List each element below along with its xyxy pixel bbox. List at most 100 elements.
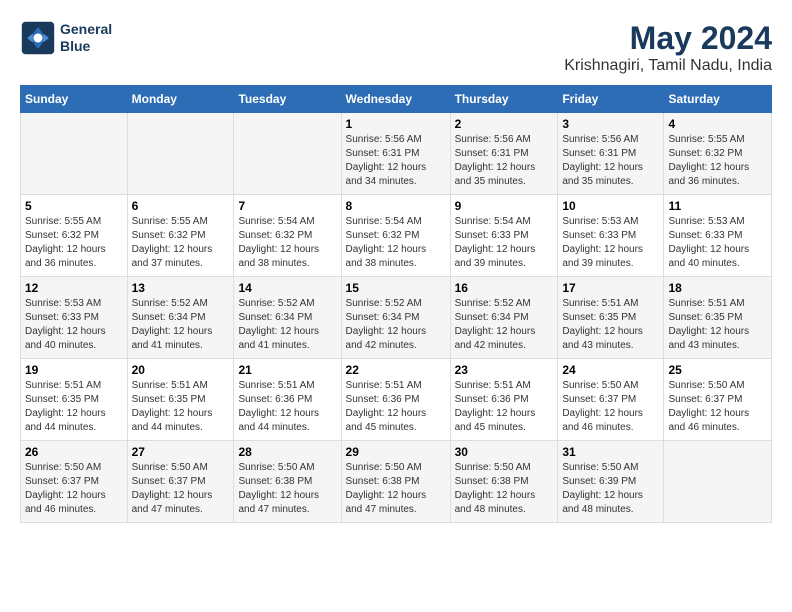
- calendar-cell: 1 Sunrise: 5:56 AM Sunset: 6:31 PM Daylig…: [341, 113, 450, 195]
- logo: General Blue: [20, 20, 112, 56]
- day-info: Sunrise: 5:50 AM Sunset: 6:39 PM Dayligh…: [562, 461, 659, 517]
- weekday-header-saturday: Saturday: [664, 86, 772, 113]
- day-number: 27: [132, 445, 230, 459]
- day-number: 13: [132, 281, 230, 295]
- weekday-header-sunday: Sunday: [21, 86, 128, 113]
- calendar-cell: 4 Sunrise: 5:55 AM Sunset: 6:32 PM Daylig…: [664, 113, 772, 195]
- day-number: 11: [668, 199, 767, 213]
- calendar-cell: [234, 113, 341, 195]
- day-info: Sunrise: 5:54 AM Sunset: 6:32 PM Dayligh…: [238, 215, 336, 271]
- calendar-cell: 31Sunrise: 5:50 AM Sunset: 6:39 PM Dayli…: [558, 441, 664, 523]
- weekday-header-wednesday: Wednesday: [341, 86, 450, 113]
- day-info: Sunrise: 5:51 AM Sunset: 6:36 PM Dayligh…: [238, 379, 336, 435]
- day-info: Sunrise: 5:51 AM Sunset: 6:36 PM Dayligh…: [455, 379, 554, 435]
- calendar-cell: [21, 113, 128, 195]
- logo-icon: [20, 20, 56, 56]
- calendar-cell: 30 Sunrise: 5:50 AM Sunset: 6:38 PM Dayli…: [450, 441, 558, 523]
- day-number: 3: [562, 117, 659, 131]
- day-number: 8: [346, 199, 446, 213]
- day-number: 12: [25, 281, 123, 295]
- calendar-cell: 9 Sunrise: 5:54 AM Sunset: 6:33 PM Daylig…: [450, 195, 558, 277]
- day-info: Sunrise: 5:50 AM Sunset: 6:37 PM Dayligh…: [25, 461, 123, 517]
- weekday-header-tuesday: Tuesday: [234, 86, 341, 113]
- calendar-table: SundayMondayTuesdayWednesdayThursdayFrid…: [20, 85, 772, 523]
- day-info: Sunrise: 5:50 AM Sunset: 6:37 PM Dayligh…: [562, 379, 659, 435]
- calendar-cell: 28 Sunrise: 5:50 AM Sunset: 6:38 PM Dayli…: [234, 441, 341, 523]
- week-row-3: 12 Sunrise: 5:53 AM Sunset: 6:33 PM Dayli…: [21, 277, 772, 359]
- day-number: 28: [238, 445, 336, 459]
- logo-text: General Blue: [60, 21, 112, 55]
- week-row-2: 5 Sunrise: 5:55 AM Sunset: 6:32 PM Daylig…: [21, 195, 772, 277]
- day-number: 24: [562, 363, 659, 377]
- day-number: 26: [25, 445, 123, 459]
- day-number: 25: [668, 363, 767, 377]
- day-info: Sunrise: 5:53 AM Sunset: 6:33 PM Dayligh…: [25, 297, 123, 353]
- calendar-cell: 26 Sunrise: 5:50 AM Sunset: 6:37 PM Dayli…: [21, 441, 128, 523]
- calendar-cell: 25 Sunrise: 5:50 AM Sunset: 6:37 PM Dayli…: [664, 359, 772, 441]
- calendar-cell: 27 Sunrise: 5:50 AM Sunset: 6:37 PM Dayli…: [127, 441, 234, 523]
- day-info: Sunrise: 5:55 AM Sunset: 6:32 PM Dayligh…: [668, 133, 767, 189]
- calendar-cell: [127, 113, 234, 195]
- day-number: 30: [455, 445, 554, 459]
- title-area: May 2024 Krishnagiri, Tamil Nadu, India: [564, 20, 772, 75]
- day-number: 5: [25, 199, 123, 213]
- header: General Blue May 2024 Krishnagiri, Tamil…: [20, 20, 772, 75]
- day-info: Sunrise: 5:50 AM Sunset: 6:38 PM Dayligh…: [455, 461, 554, 517]
- day-number: 18: [668, 281, 767, 295]
- day-info: Sunrise: 5:56 AM Sunset: 6:31 PM Dayligh…: [346, 133, 446, 189]
- day-info: Sunrise: 5:52 AM Sunset: 6:34 PM Dayligh…: [455, 297, 554, 353]
- calendar-cell: 13 Sunrise: 5:52 AM Sunset: 6:34 PM Dayli…: [127, 277, 234, 359]
- day-info: Sunrise: 5:51 AM Sunset: 6:36 PM Dayligh…: [346, 379, 446, 435]
- day-info: Sunrise: 5:50 AM Sunset: 6:38 PM Dayligh…: [238, 461, 336, 517]
- calendar-cell: 20Sunrise: 5:51 AM Sunset: 6:35 PM Dayli…: [127, 359, 234, 441]
- calendar-cell: 10 Sunrise: 5:53 AM Sunset: 6:33 PM Dayli…: [558, 195, 664, 277]
- day-info: Sunrise: 5:50 AM Sunset: 6:38 PM Dayligh…: [346, 461, 446, 517]
- week-row-1: 1 Sunrise: 5:56 AM Sunset: 6:31 PM Daylig…: [21, 113, 772, 195]
- day-info: Sunrise: 5:52 AM Sunset: 6:34 PM Dayligh…: [238, 297, 336, 353]
- calendar-cell: 15Sunrise: 5:52 AM Sunset: 6:34 PM Dayli…: [341, 277, 450, 359]
- calendar-cell: 22Sunrise: 5:51 AM Sunset: 6:36 PM Dayli…: [341, 359, 450, 441]
- week-row-4: 19Sunrise: 5:51 AM Sunset: 6:35 PM Dayli…: [21, 359, 772, 441]
- calendar-cell: 8Sunrise: 5:54 AM Sunset: 6:32 PM Daylig…: [341, 195, 450, 277]
- day-info: Sunrise: 5:51 AM Sunset: 6:35 PM Dayligh…: [562, 297, 659, 353]
- day-info: Sunrise: 5:53 AM Sunset: 6:33 PM Dayligh…: [668, 215, 767, 271]
- calendar-cell: 19Sunrise: 5:51 AM Sunset: 6:35 PM Dayli…: [21, 359, 128, 441]
- day-number: 9: [455, 199, 554, 213]
- calendar-cell: 2 Sunrise: 5:56 AM Sunset: 6:31 PM Daylig…: [450, 113, 558, 195]
- day-number: 7: [238, 199, 336, 213]
- calendar-cell: 29 Sunrise: 5:50 AM Sunset: 6:38 PM Dayli…: [341, 441, 450, 523]
- calendar-cell: 12 Sunrise: 5:53 AM Sunset: 6:33 PM Dayli…: [21, 277, 128, 359]
- day-number: 17: [562, 281, 659, 295]
- day-info: Sunrise: 5:52 AM Sunset: 6:34 PM Dayligh…: [346, 297, 446, 353]
- day-info: Sunrise: 5:53 AM Sunset: 6:33 PM Dayligh…: [562, 215, 659, 271]
- day-number: 21: [238, 363, 336, 377]
- calendar-cell: 23 Sunrise: 5:51 AM Sunset: 6:36 PM Dayli…: [450, 359, 558, 441]
- calendar-cell: 3 Sunrise: 5:56 AM Sunset: 6:31 PM Daylig…: [558, 113, 664, 195]
- day-info: Sunrise: 5:51 AM Sunset: 6:35 PM Dayligh…: [668, 297, 767, 353]
- day-number: 23: [455, 363, 554, 377]
- weekday-header-thursday: Thursday: [450, 86, 558, 113]
- calendar-cell: 11 Sunrise: 5:53 AM Sunset: 6:33 PM Dayli…: [664, 195, 772, 277]
- subtitle: Krishnagiri, Tamil Nadu, India: [564, 57, 772, 75]
- day-info: Sunrise: 5:50 AM Sunset: 6:37 PM Dayligh…: [668, 379, 767, 435]
- day-info: Sunrise: 5:55 AM Sunset: 6:32 PM Dayligh…: [132, 215, 230, 271]
- calendar-cell: [664, 441, 772, 523]
- day-info: Sunrise: 5:55 AM Sunset: 6:32 PM Dayligh…: [25, 215, 123, 271]
- day-number: 14: [238, 281, 336, 295]
- day-info: Sunrise: 5:56 AM Sunset: 6:31 PM Dayligh…: [455, 133, 554, 189]
- day-number: 1: [346, 117, 446, 131]
- day-number: 16: [455, 281, 554, 295]
- day-number: 10: [562, 199, 659, 213]
- weekday-header-monday: Monday: [127, 86, 234, 113]
- calendar-cell: 24 Sunrise: 5:50 AM Sunset: 6:37 PM Dayli…: [558, 359, 664, 441]
- day-number: 29: [346, 445, 446, 459]
- day-info: Sunrise: 5:56 AM Sunset: 6:31 PM Dayligh…: [562, 133, 659, 189]
- day-number: 4: [668, 117, 767, 131]
- weekday-header-friday: Friday: [558, 86, 664, 113]
- day-info: Sunrise: 5:54 AM Sunset: 6:33 PM Dayligh…: [455, 215, 554, 271]
- day-info: Sunrise: 5:50 AM Sunset: 6:37 PM Dayligh…: [132, 461, 230, 517]
- calendar-cell: 5 Sunrise: 5:55 AM Sunset: 6:32 PM Daylig…: [21, 195, 128, 277]
- day-info: Sunrise: 5:52 AM Sunset: 6:34 PM Dayligh…: [132, 297, 230, 353]
- weekday-header-row: SundayMondayTuesdayWednesdayThursdayFrid…: [21, 86, 772, 113]
- day-number: 2: [455, 117, 554, 131]
